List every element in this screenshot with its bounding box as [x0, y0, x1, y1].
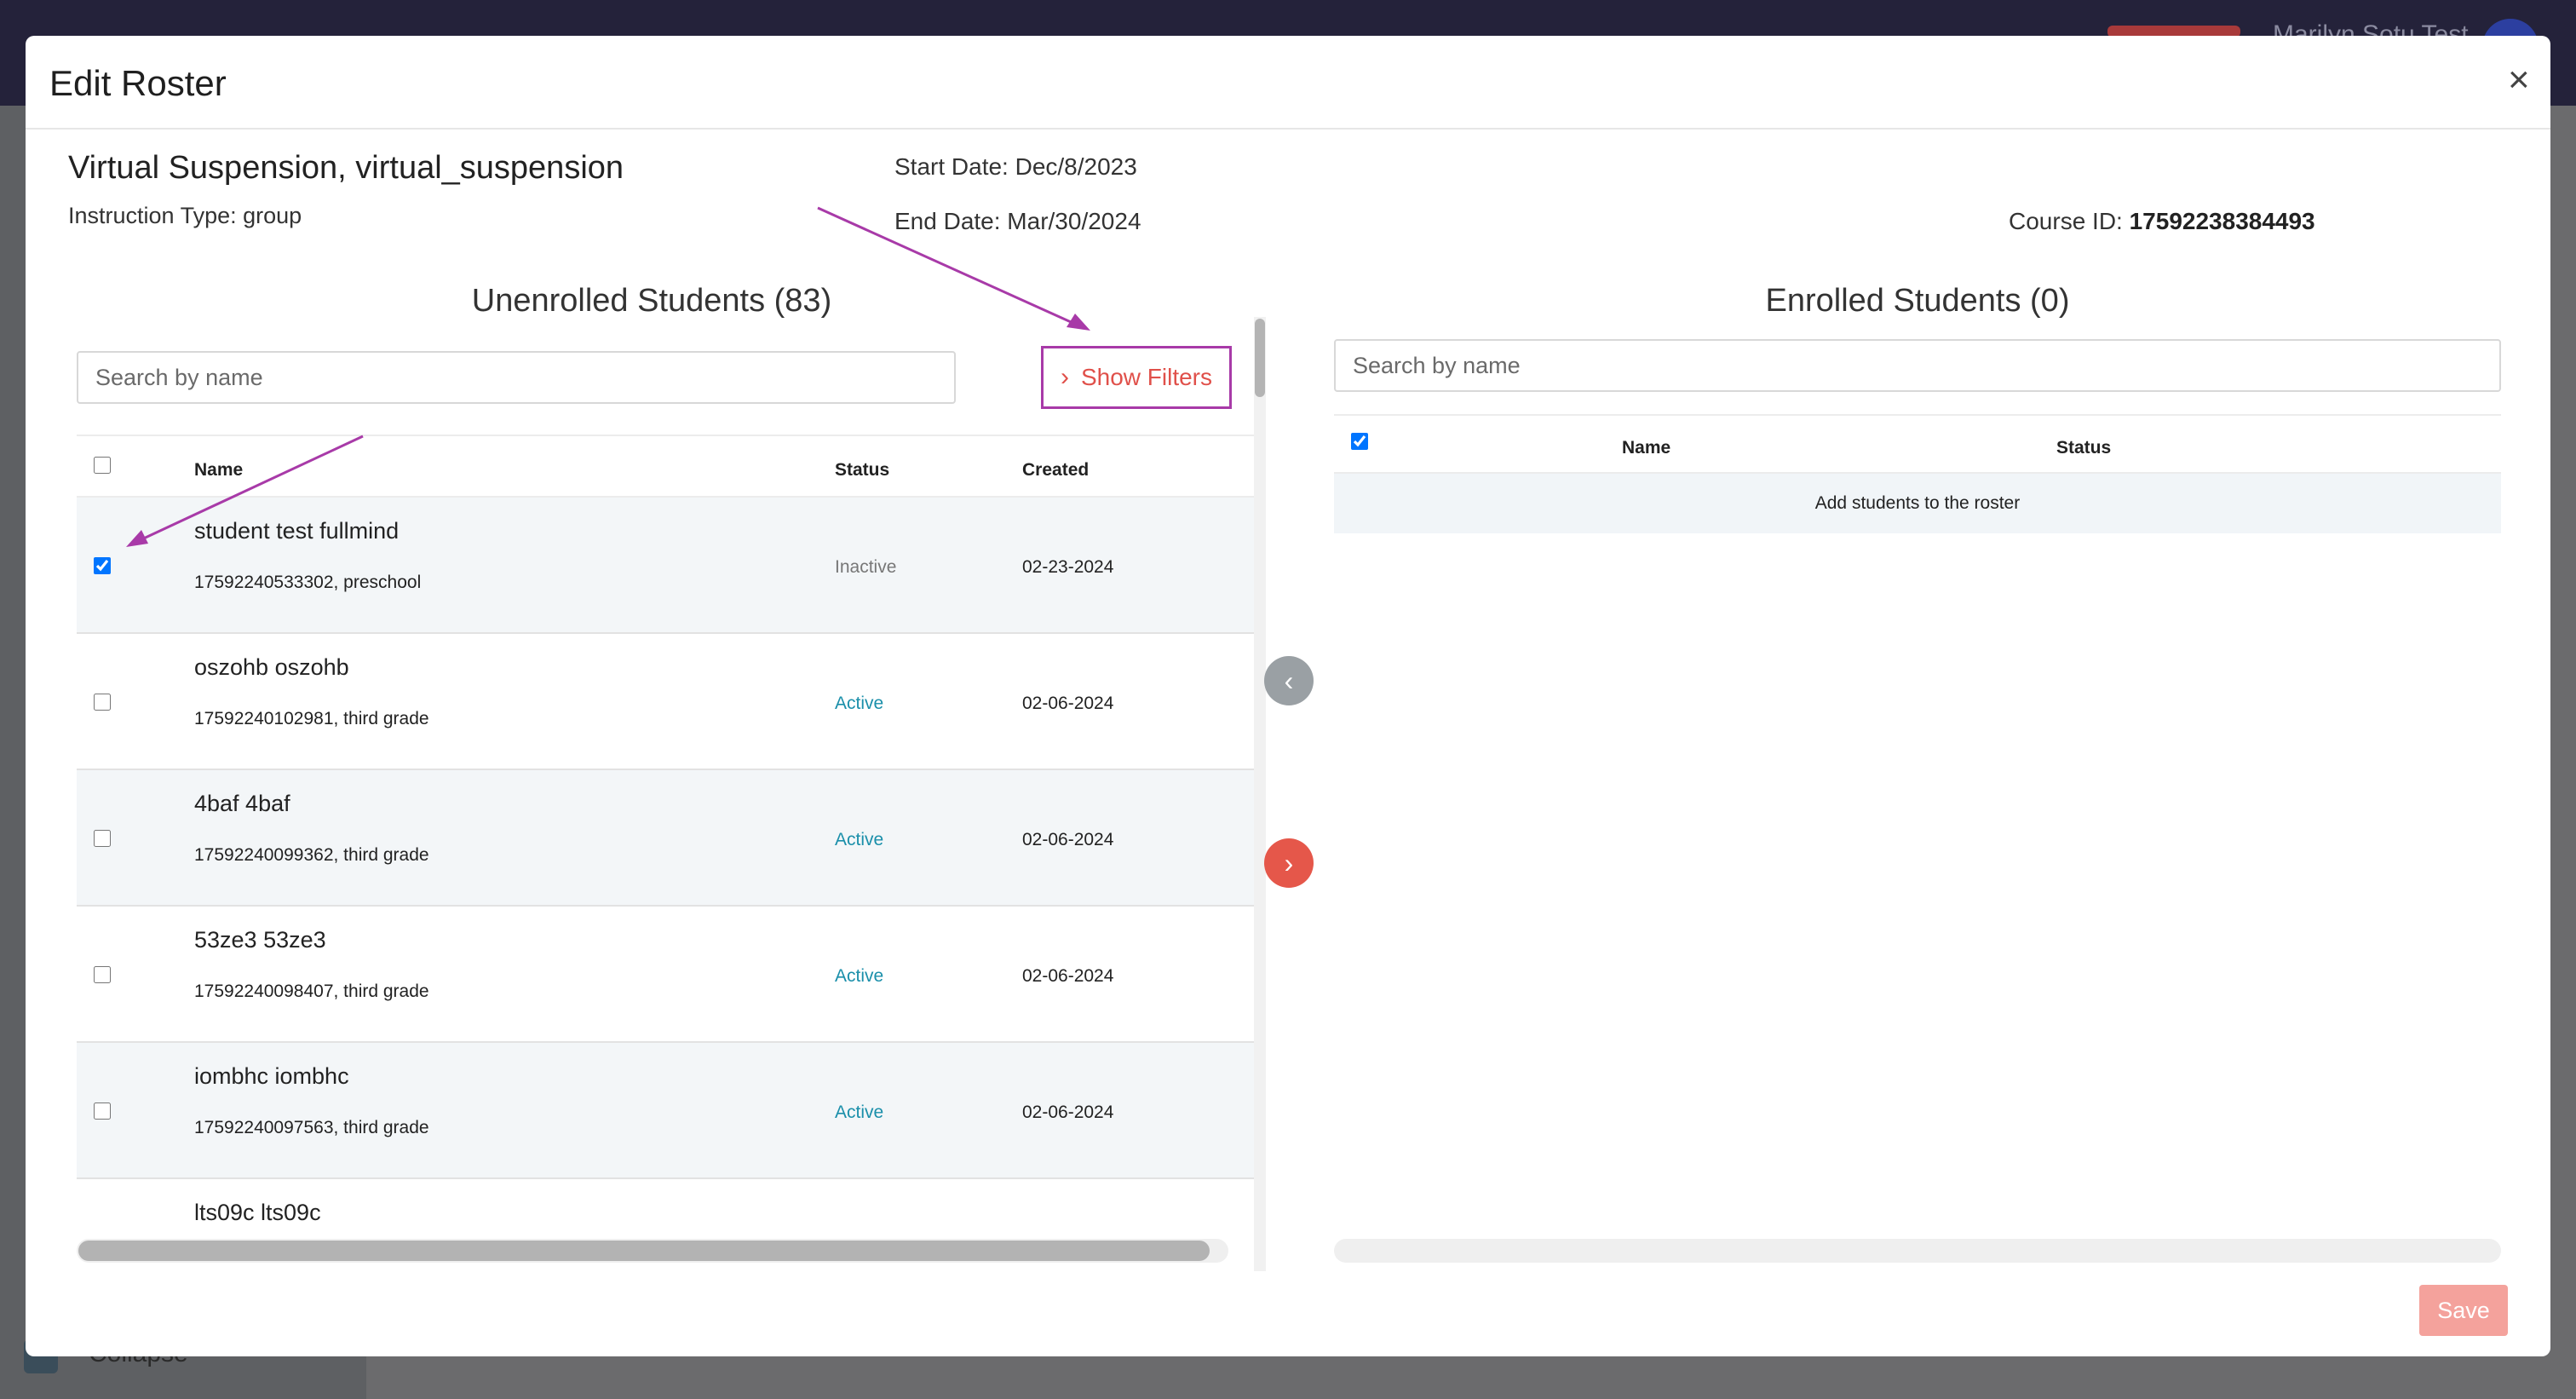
- course-id-label: Course ID:: [2009, 208, 2123, 234]
- enrolled-table-header: Name Status: [1334, 414, 2501, 474]
- status-badge: Active: [835, 830, 884, 849]
- chevron-right-icon: ›: [1284, 847, 1294, 878]
- created-date: 02-06-2024: [1022, 694, 1114, 713]
- student-name: student test fullmind: [194, 518, 400, 544]
- table-row[interactable]: lts09c lts09c: [77, 1179, 1254, 1239]
- course-id-value: 17592238384493: [2129, 208, 2315, 234]
- unenrolled-vertical-scroll-thumb[interactable]: [1255, 319, 1265, 397]
- row-checkbox[interactable]: [94, 830, 111, 847]
- status-badge: Active: [835, 694, 884, 713]
- unenrolled-table-header: Name Status Created: [77, 435, 1254, 498]
- created-date: 02-06-2024: [1022, 830, 1114, 849]
- student-name: oszohb oszohb: [194, 654, 349, 680]
- show-filters-label: Show Filters: [1080, 364, 1213, 390]
- enrolled-title: Enrolled Students (0): [1765, 283, 2070, 319]
- student-name: 4baf 4baf: [194, 791, 290, 816]
- row-checkbox[interactable]: [94, 557, 111, 574]
- move-to-enrolled-button[interactable]: ›: [1264, 838, 1314, 888]
- table-row[interactable]: iombhc iombhc 17592240097563, third grad…: [77, 1043, 1254, 1179]
- table-row[interactable]: 53ze3 53ze3 17592240098407, third grade …: [77, 907, 1254, 1043]
- status-badge: Active: [835, 966, 884, 986]
- save-button[interactable]: Save: [2419, 1285, 2508, 1336]
- student-name: iombhc iombhc: [194, 1063, 349, 1089]
- unenrolled-horizontal-scroll-thumb[interactable]: [78, 1241, 1210, 1261]
- table-row[interactable]: 4baf 4baf 17592240099362, third grade Ac…: [77, 770, 1254, 907]
- instruction-type: Instruction Type: group: [68, 203, 302, 228]
- start-date: Start Date: Dec/8/2023: [894, 153, 1137, 180]
- column-header-created: Created: [1022, 460, 1090, 480]
- enrolled-search-input[interactable]: [1334, 339, 2501, 392]
- enrolled-empty-message: Add students to the roster: [1334, 474, 2501, 533]
- unenrolled-title: Unenrolled Students (83): [471, 283, 832, 319]
- enrolled-table: Name Status Add students to the roster: [1334, 414, 2501, 533]
- end-date: End Date: Mar/30/2024: [894, 208, 1141, 234]
- row-checkbox[interactable]: [94, 694, 111, 711]
- edit-roster-modal: Edit Roster × Virtual Suspension, virtua…: [26, 36, 2550, 1356]
- unenrolled-table: Name Status Created student test fullmin…: [77, 435, 1254, 1239]
- table-row[interactable]: oszohb oszohb 17592240102981, third grad…: [77, 634, 1254, 770]
- modal-header: Edit Roster ×: [26, 36, 2550, 130]
- student-id-grade: 17592240533302, preschool: [194, 573, 422, 592]
- column-header-name: Name: [194, 460, 244, 480]
- column-header-status: Status: [2056, 438, 2112, 458]
- enrolled-horizontal-scrollbar[interactable]: [1334, 1239, 2501, 1263]
- column-header-status: Status: [835, 460, 890, 480]
- course-id: Course ID: 17592238384493: [2009, 208, 2315, 235]
- status-badge: Inactive: [835, 557, 897, 577]
- chevron-right-icon: ›: [1060, 363, 1069, 391]
- created-date: 02-23-2024: [1022, 557, 1114, 577]
- column-header-name: Name: [1622, 438, 1671, 458]
- created-date: 02-06-2024: [1022, 966, 1114, 986]
- select-all-unenrolled-checkbox[interactable]: [94, 457, 111, 474]
- modal-title: Edit Roster: [49, 63, 227, 103]
- created-date: 02-06-2024: [1022, 1103, 1114, 1122]
- row-checkbox[interactable]: [94, 1103, 111, 1120]
- course-name: Virtual Suspension, virtual_suspension: [68, 150, 624, 186]
- row-checkbox[interactable]: [94, 966, 111, 983]
- unenrolled-vertical-scrollbar[interactable]: [1254, 317, 1266, 1271]
- student-id-grade: 17592240098407, third grade: [194, 982, 429, 1001]
- student-id-grade: 17592240097563, third grade: [194, 1118, 429, 1137]
- student-name: 53ze3 53ze3: [194, 927, 326, 953]
- status-badge: Active: [835, 1103, 884, 1122]
- move-to-unenrolled-button[interactable]: ‹: [1264, 656, 1314, 705]
- chevron-left-icon: ‹: [1284, 665, 1294, 696]
- table-row[interactable]: student test fullmind 17592240533302, pr…: [77, 498, 1254, 634]
- student-name: lts09c lts09c: [194, 1200, 321, 1225]
- select-all-enrolled-checkbox[interactable]: [1351, 433, 1368, 450]
- student-id-grade: 17592240102981, third grade: [194, 709, 429, 728]
- close-icon[interactable]: ×: [2508, 61, 2530, 99]
- unenrolled-search-input[interactable]: [77, 351, 956, 404]
- student-id-grade: 17592240099362, third grade: [194, 845, 429, 865]
- show-filters-button[interactable]: › Show Filters: [1041, 346, 1232, 409]
